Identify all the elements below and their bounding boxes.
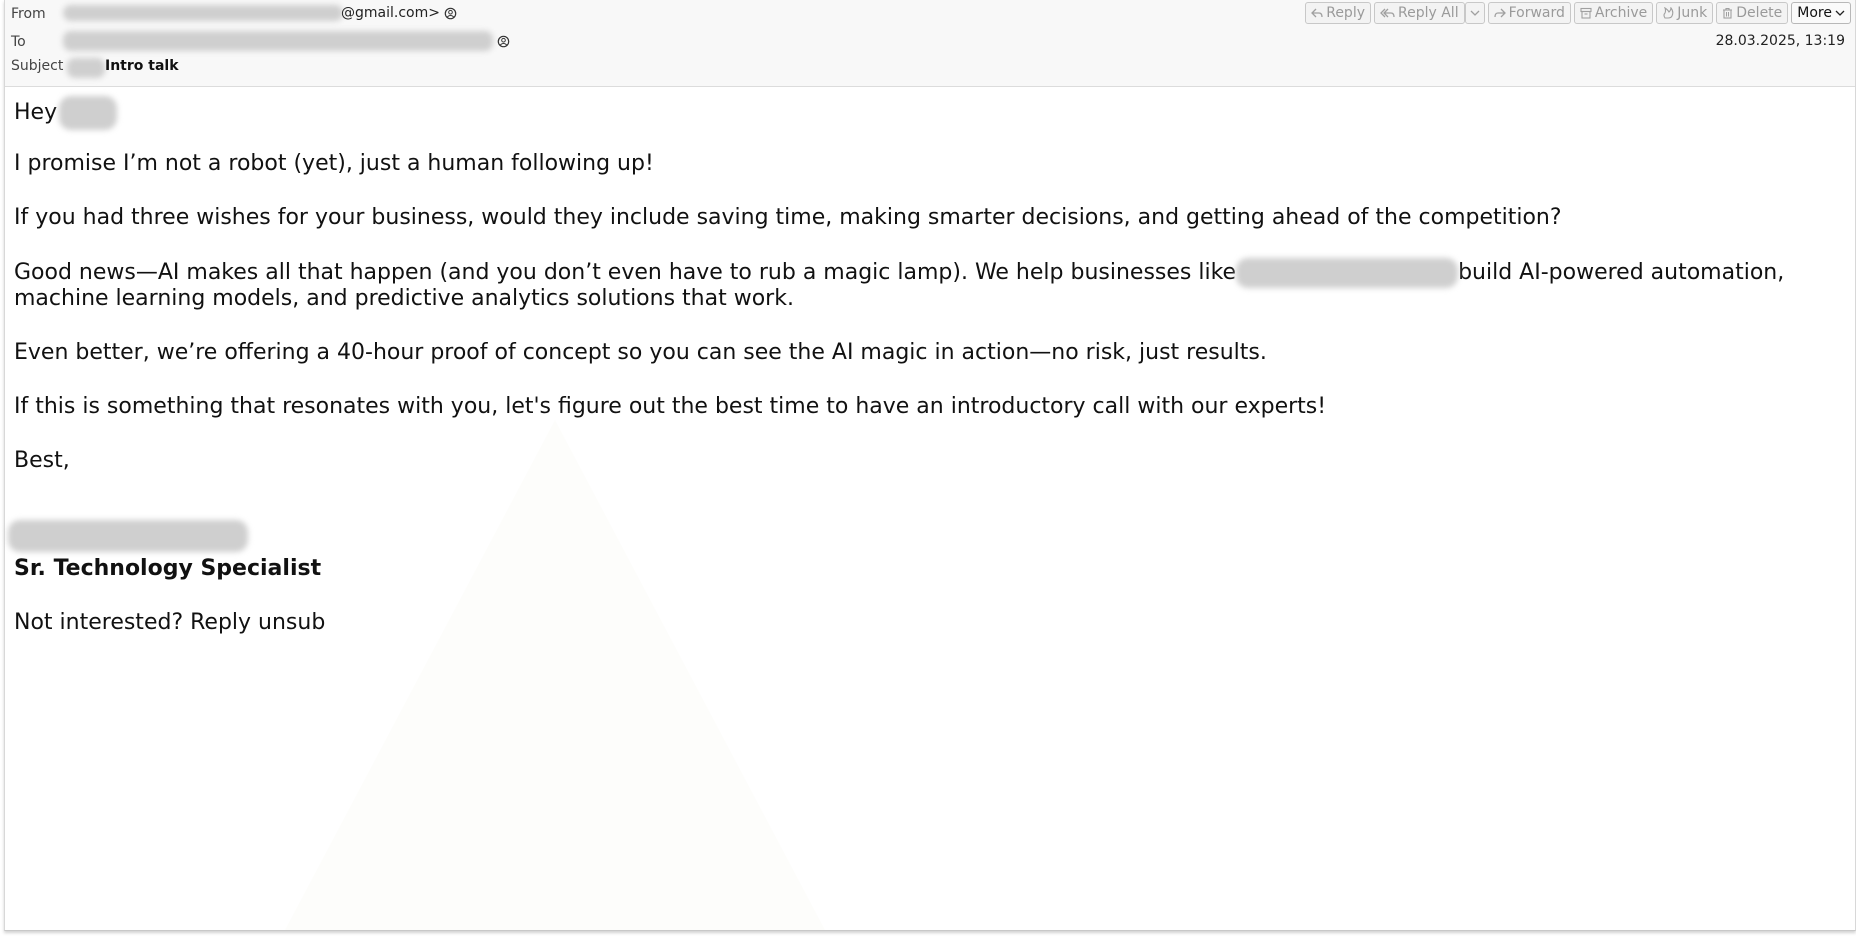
to-label: To xyxy=(11,34,26,50)
redacted-subject-prefix xyxy=(67,58,105,78)
chevron-down-icon xyxy=(1470,10,1480,16)
message-header: From @gmail.com> To Subject Intro talk R… xyxy=(5,0,1855,87)
redacted-recipient-name xyxy=(59,96,118,130)
archive-icon xyxy=(1580,7,1592,19)
body-paragraph: machine learning models, and predictive … xyxy=(14,286,794,311)
junk-label: Junk xyxy=(1677,5,1708,21)
redacted-sender-name xyxy=(8,520,248,552)
body-paragraph: Even better, we’re offering a 40-hour pr… xyxy=(14,340,1267,365)
more-button[interactable]: More xyxy=(1791,2,1851,24)
reply-all-icon xyxy=(1380,8,1395,18)
greeting-line: Hey xyxy=(14,96,118,130)
chevron-down-icon xyxy=(1835,10,1845,16)
forward-button[interactable]: Forward xyxy=(1487,2,1571,24)
reply-all-dropdown[interactable] xyxy=(1464,2,1485,24)
unsubscribe-note: Not interested? Reply unsub xyxy=(14,610,326,635)
background-watermark xyxy=(285,420,825,930)
greeting-text: Hey xyxy=(14,100,58,125)
body-text: build AI-powered automation, xyxy=(1458,260,1785,285)
reply-icon xyxy=(1311,8,1323,18)
body-paragraph: If this is something that resonates with… xyxy=(14,394,1327,419)
from-address-suffix: @gmail.com> xyxy=(341,5,440,21)
archive-button[interactable]: Archive xyxy=(1573,2,1654,24)
junk-button[interactable]: Junk xyxy=(1656,2,1714,24)
redacted-from-address xyxy=(63,5,343,21)
from-address[interactable]: @gmail.com> xyxy=(341,5,457,21)
reply-all-label: Reply All xyxy=(1398,5,1459,21)
delete-label: Delete xyxy=(1736,5,1783,21)
body-text: Good news—AI makes all that happen (and … xyxy=(14,260,1237,285)
message-toolbar: Reply Reply All Forward Archive Junk Del… xyxy=(1305,2,1851,24)
reply-label: Reply xyxy=(1326,5,1365,21)
archive-label: Archive xyxy=(1594,5,1648,21)
body-paragraph: If you had three wishes for your busines… xyxy=(14,205,1562,230)
forward-icon xyxy=(1493,8,1506,18)
reply-button[interactable]: Reply xyxy=(1305,2,1371,24)
from-label: From xyxy=(11,6,46,22)
contact-icon[interactable] xyxy=(444,7,457,20)
more-label: More xyxy=(1797,5,1832,21)
redacted-company-name xyxy=(1236,258,1459,288)
junk-icon xyxy=(1663,7,1674,19)
message-window: From @gmail.com> To Subject Intro talk R… xyxy=(4,0,1856,931)
body-paragraph: I promise I’m not a robot (yet), just a … xyxy=(14,151,654,176)
signoff: Best, xyxy=(14,448,70,473)
subject-label: Subject xyxy=(11,58,64,74)
delete-button[interactable]: Delete xyxy=(1716,2,1789,24)
body-paragraph: Good news—AI makes all that happen (and … xyxy=(14,258,1784,288)
subject-text: Intro talk xyxy=(105,58,179,74)
forward-label: Forward xyxy=(1508,5,1565,21)
redacted-to-address xyxy=(63,31,493,51)
signature-title: Sr. Technology Specialist xyxy=(14,556,322,581)
reply-all-button[interactable]: Reply All xyxy=(1374,2,1465,24)
message-date: 28.03.2025, 13:19 xyxy=(1715,33,1845,49)
contact-icon[interactable] xyxy=(497,35,510,48)
trash-icon xyxy=(1723,7,1733,19)
